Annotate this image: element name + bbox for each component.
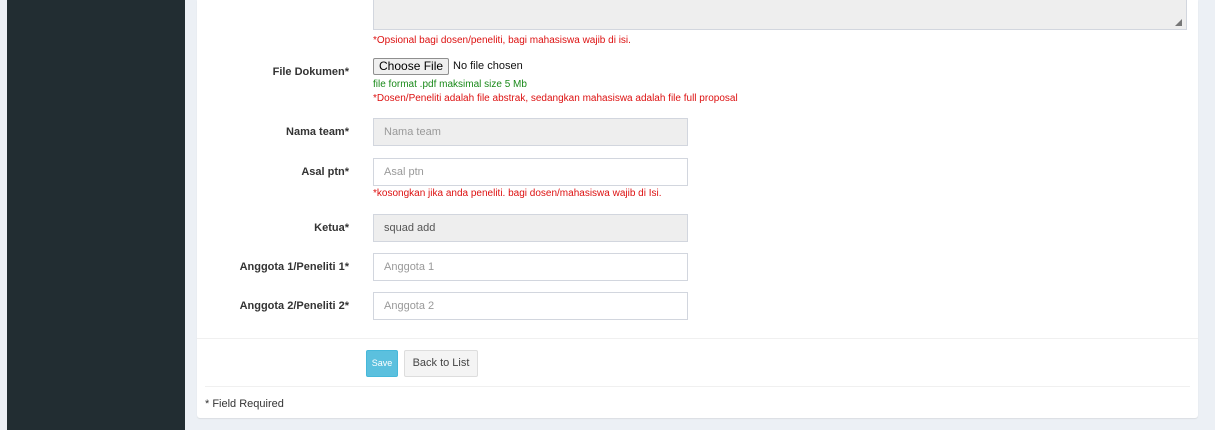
file-status-text: No file chosen xyxy=(453,60,523,72)
asal-ptn-label: Asal ptn* xyxy=(301,166,349,178)
choose-file-button[interactable]: Choose File xyxy=(373,58,450,75)
resize-handle-icon[interactable] xyxy=(1175,19,1182,26)
file-help-text: *Dosen/Peneliti adalah file abstrak, sed… xyxy=(373,93,738,104)
field-required-note: * Field Required xyxy=(205,398,284,410)
asal-ptn-help-text: *kosongkan jika anda peneliti. bagi dose… xyxy=(373,188,662,199)
back-to-list-button[interactable]: Back to List xyxy=(404,350,478,377)
asal-ptn-input[interactable]: Asal ptn xyxy=(373,158,688,186)
form-panel: *Opsional bagi dosen/peneliti, bagi maha… xyxy=(197,0,1198,418)
anggota1-input[interactable]: Anggota 1 xyxy=(373,253,688,281)
anggota1-label: Anggota 1/Peneliti 1* xyxy=(239,261,349,273)
footer-divider xyxy=(205,386,1190,387)
nama-team-input[interactable]: Nama team xyxy=(373,118,688,146)
ketua-label: Ketua* xyxy=(314,222,349,234)
textarea-field[interactable] xyxy=(373,0,1187,30)
sidebar xyxy=(7,0,185,430)
anggota2-label: Anggota 2/Peneliti 2* xyxy=(239,300,349,312)
file-dokumen-label: File Dokumen* xyxy=(272,66,349,78)
textarea-help-text: *Opsional bagi dosen/peneliti, bagi maha… xyxy=(373,35,631,46)
ketua-input[interactable]: squad add xyxy=(373,214,688,242)
save-button[interactable]: Save xyxy=(366,350,398,377)
file-format-hint: file format .pdf maksimal size 5 Mb xyxy=(373,79,527,90)
form-divider xyxy=(197,338,1198,339)
nama-team-label: Nama team* xyxy=(286,126,349,138)
anggota2-input[interactable]: Anggota 2 xyxy=(373,292,688,320)
